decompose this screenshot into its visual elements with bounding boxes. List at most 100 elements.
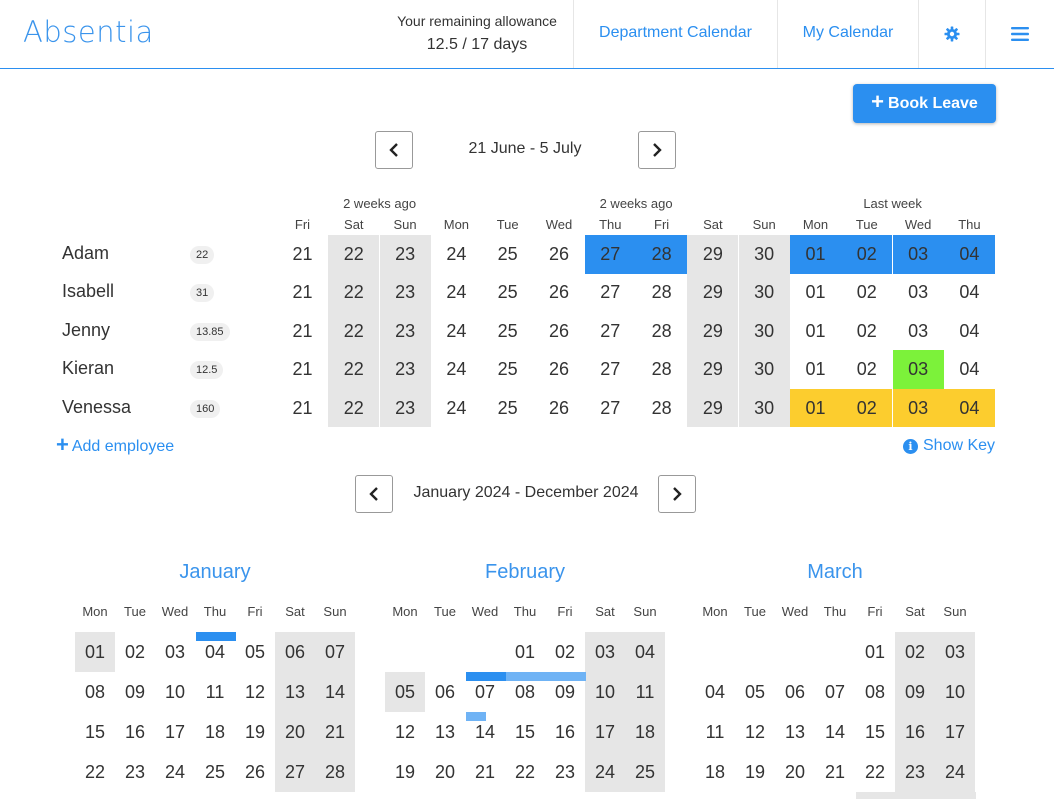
calendar-day[interactable]: 16 [545,712,585,752]
calendar-day[interactable]: 18 [195,712,235,752]
calendar-day[interactable]: 23 [115,752,155,792]
calendar-day[interactable]: 13 [775,712,815,752]
calendar-day[interactable]: 10 [935,672,975,712]
calendar-day[interactable]: 22 [505,752,545,792]
calendar-day[interactable]: 11 [195,672,235,712]
day-cell[interactable]: 27 [585,350,636,389]
day-cell[interactable]: 04 [944,273,995,312]
employee-name[interactable]: Isabell [62,281,114,302]
day-cell[interactable]: 22 [328,235,380,274]
calendar-day[interactable]: 05 [385,672,425,712]
calendar-day[interactable]: 06 [275,632,315,672]
day-cell[interactable]: 27 [585,389,636,427]
calendar-day[interactable]: 22 [75,752,115,792]
day-cell[interactable]: 02 [841,235,893,274]
day-cell[interactable]: 22 [328,273,380,312]
day-cell[interactable]: 01 [790,235,841,274]
calendar-day[interactable]: 08 [855,672,895,712]
calendar-day[interactable]: 03 [935,632,975,672]
day-cell[interactable]: 29 [687,273,739,312]
calendar-day[interactable]: 18 [695,752,735,792]
day-cell[interactable]: 02 [841,350,892,389]
calendar-day[interactable]: 02 [115,632,155,672]
calendar-day[interactable]: 10 [155,672,195,712]
day-cell[interactable]: 27 [585,312,636,351]
calendar-day[interactable]: 12 [735,712,775,752]
day-cell[interactable]: 21 [277,235,328,274]
day-cell[interactable]: 03 [892,235,944,274]
calendar-day[interactable]: 01 [505,632,545,672]
day-cell[interactable]: 30 [738,273,790,312]
day-cell[interactable]: 30 [738,389,790,427]
day-cell[interactable]: 04 [943,389,995,427]
calendar-day[interactable]: 22 [855,752,895,792]
calendar-day[interactable]: 02 [545,632,585,672]
day-cell[interactable]: 29 [687,235,739,274]
calendar-day[interactable]: 27 [275,752,315,792]
calendar-day[interactable]: 05 [235,632,275,672]
menu-button[interactable] [986,0,1054,68]
calendar-day[interactable]: 01 [855,632,895,672]
day-cell[interactable]: 04 [943,235,995,274]
calendar-day[interactable]: 19 [385,752,425,792]
employee-name[interactable]: Adam [62,243,109,264]
employee-name[interactable]: Kieran [62,358,114,379]
day-cell[interactable]: 23 [379,273,431,312]
day-cell[interactable]: 01 [790,389,841,427]
day-cell[interactable]: 03 [893,273,944,312]
day-cell[interactable]: 23 [379,235,431,274]
calendar-day[interactable]: 18 [625,712,665,752]
day-cell[interactable]: 29 [687,389,739,427]
calendar-day[interactable]: 13 [275,672,315,712]
calendar-day[interactable]: 17 [155,712,195,752]
calendar-day[interactable]: 09 [895,672,935,712]
day-cell[interactable]: 02 [841,389,893,427]
calendar-day[interactable]: 14 [815,712,855,752]
day-cell[interactable]: 02 [841,312,892,351]
day-cell[interactable]: 25 [482,312,533,351]
day-cell[interactable]: 21 [277,350,328,389]
calendar-day[interactable]: 20 [775,752,815,792]
book-leave-button[interactable]: + Book Leave [853,84,996,123]
day-cell[interactable]: 30 [738,350,790,389]
year-next-button[interactable] [658,475,696,513]
calendar-day[interactable]: 15 [505,712,545,752]
calendar-day[interactable]: 21 [815,752,855,792]
day-cell[interactable]: 24 [431,235,482,274]
day-cell[interactable]: 03 [893,312,944,351]
nav-my-calendar[interactable]: My Calendar [778,0,918,68]
day-cell[interactable]: 29 [687,350,739,389]
calendar-day[interactable]: 09 [115,672,155,712]
day-cell[interactable]: 01 [790,350,841,389]
day-cell[interactable]: 25 [482,273,533,312]
day-cell[interactable]: 27 [585,273,636,312]
day-cell[interactable]: 28 [636,235,688,274]
calendar-day[interactable]: 03 [585,632,625,672]
day-cell[interactable]: 23 [379,350,431,389]
day-cell[interactable]: 21 [277,389,328,427]
day-cell[interactable]: 21 [277,312,328,351]
day-cell[interactable]: 26 [534,389,585,427]
year-prev-button[interactable] [355,475,393,513]
calendar-day[interactable]: 17 [585,712,625,752]
calendar-day[interactable]: 25 [625,752,665,792]
day-cell[interactable]: 03 [892,389,944,427]
calendar-day[interactable]: 23 [545,752,585,792]
day-cell[interactable]: 28 [636,350,687,389]
day-cell[interactable]: 24 [431,389,482,427]
day-cell[interactable]: 24 [431,273,482,312]
calendar-day[interactable]: 08 [75,672,115,712]
app-logo[interactable]: Absentia [23,15,154,49]
calendar-day[interactable]: 19 [735,752,775,792]
calendar-day[interactable]: 07 [315,632,355,672]
day-cell[interactable]: 28 [636,389,687,427]
calendar-day[interactable]: 20 [425,752,465,792]
day-cell[interactable]: 24 [431,312,482,351]
day-cell[interactable]: 26 [534,312,585,351]
day-cell[interactable]: 22 [328,350,380,389]
day-cell[interactable]: 22 [328,389,380,427]
day-cell[interactable]: 30 [738,235,790,274]
day-cell[interactable]: 29 [687,312,739,351]
day-cell[interactable]: 28 [636,312,687,351]
calendar-day[interactable]: 19 [235,712,275,752]
